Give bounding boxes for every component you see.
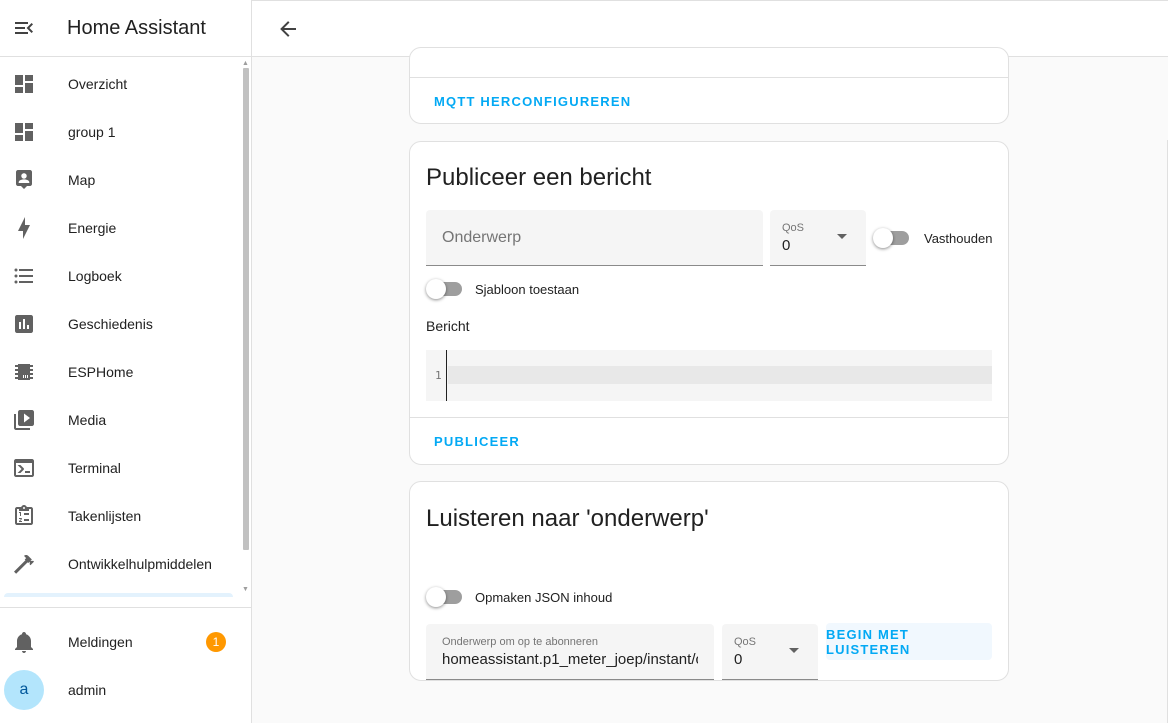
topic-input[interactable]: Onderwerp: [426, 210, 763, 266]
switch-knob: [426, 587, 446, 607]
listen-qos-select[interactable]: QoS 0: [722, 624, 818, 680]
sidebar-scrollbar[interactable]: ▲ ▼: [241, 60, 251, 598]
card-actions: MQTT HERCONFIGUREREN: [410, 77, 1008, 124]
dashboard-icon: [12, 120, 36, 144]
sidebar-item-label: Meldingen: [68, 634, 133, 650]
list-icon: [12, 264, 36, 288]
qos-value: 0: [734, 651, 743, 668]
sidebar-item-label: Media: [68, 412, 107, 428]
sidebar-item-label: Takenlijsten: [68, 508, 142, 524]
bell-icon: [12, 630, 36, 654]
payload-label: Bericht: [426, 318, 470, 334]
reconfigure-mqtt-button[interactable]: MQTT HERCONFIGUREREN: [434, 94, 631, 109]
sidebar-item-label: Terminal: [68, 460, 121, 476]
sidebar-item-esphome[interactable]: ESPHome: [0, 348, 240, 396]
qos-select[interactable]: QoS 0: [770, 210, 866, 266]
sidebar-item-label: Geschiedenis: [68, 316, 153, 332]
sidebar-item-energie[interactable]: Energie: [0, 204, 240, 252]
qos-label: QoS: [734, 636, 757, 648]
scrollbar-thumb[interactable]: [243, 68, 249, 550]
sidebar-item-geschiedenis[interactable]: Geschiedenis: [0, 300, 240, 348]
listen-card: Luisteren naar 'onderwerp' Opmaken JSON …: [409, 481, 1009, 681]
mqtt-config-card: MQTT HERCONFIGUREREN: [409, 47, 1009, 124]
avatar: a: [4, 670, 44, 710]
sidebar-item-label: Logboek: [68, 268, 122, 284]
template-label: Sjabloon toestaan: [475, 282, 580, 297]
start-listening-button[interactable]: BEGIN MET LUISTEREN: [826, 623, 992, 660]
sidebar-item-label: Map: [68, 172, 96, 188]
retain-switch[interactable]: [873, 228, 909, 248]
hammer-icon: [12, 552, 36, 576]
sidebar-bottom: Meldingen 1 a admin: [0, 618, 251, 714]
sidebar-item-terminal[interactable]: Terminal: [0, 444, 240, 492]
start-listening-label: BEGIN MET LUISTEREN: [826, 626, 911, 657]
sidebar-item-label: Overzicht: [68, 76, 128, 92]
subscribe-topic-input[interactable]: Onderwerp om op te abonneren homeassista…: [426, 624, 714, 680]
switch-knob: [873, 228, 893, 248]
sidebar-item-logboek[interactable]: Logboek: [0, 252, 240, 300]
qos-value: 0: [782, 237, 791, 254]
chevron-down-icon: [789, 648, 799, 653]
sidebar-nav: Overzicht group 1 Map Energie Logboek Ge…: [0, 60, 240, 594]
menu-collapse-button[interactable]: [0, 4, 48, 52]
format-json-switch[interactable]: [426, 587, 462, 607]
menu-open-icon: [15, 22, 33, 34]
retain-label: Vasthouden: [924, 231, 993, 246]
sidebar-item-label: Energie: [68, 220, 117, 236]
dashboard-icon: [12, 72, 36, 96]
topic-placeholder: Onderwerp: [442, 229, 522, 246]
notification-badge: 1: [206, 632, 226, 652]
chart-icon: [12, 312, 36, 336]
scroll-down-icon[interactable]: ▼: [242, 586, 249, 593]
sidebar-item-admin[interactable]: a admin: [0, 666, 251, 714]
sidebar-item-group-1[interactable]: group 1: [0, 108, 240, 156]
sidebar-item-label: admin: [68, 682, 107, 698]
play-box-icon: [12, 408, 36, 432]
sidebar-item-ontwikkelhulpmiddelen[interactable]: Ontwikkelhulpmiddelen: [0, 540, 240, 588]
clipboard-list-icon: [12, 504, 36, 528]
back-button[interactable]: [276, 17, 300, 41]
app-title: Home Assistant: [67, 16, 206, 39]
publish-card-title: Publiceer een bericht: [426, 164, 652, 191]
selected-item-highlight: [4, 593, 233, 597]
arrow-left-icon: [280, 21, 296, 37]
sidebar-header: Home Assistant: [0, 0, 251, 57]
chip-icon: [12, 360, 36, 384]
line-number: 1: [435, 369, 442, 382]
console-icon: [12, 456, 36, 480]
sidebar-item-label: Ontwikkelhulpmiddelen: [68, 556, 212, 572]
subscribe-topic-label: Onderwerp om op te abonneren: [442, 636, 598, 648]
format-json-label: Opmaken JSON inhoud: [475, 590, 613, 605]
payload-editor[interactable]: 1: [426, 350, 992, 401]
subscribe-topic-value: homeassistant.p1_meter_joep/instant/c: [442, 651, 698, 668]
sidebar-item-takenlijsten[interactable]: Takenlijsten: [0, 492, 240, 540]
main-content: MQTT HERCONFIGUREREN Publiceer een beric…: [252, 47, 1168, 723]
lightning-icon: [12, 216, 36, 240]
card-actions: PUBLICEER: [410, 417, 1008, 464]
sidebar-item-overzicht[interactable]: Overzicht: [0, 60, 240, 108]
sidebar-item-label: ESPHome: [68, 364, 134, 380]
scroll-up-icon[interactable]: ▲: [242, 60, 249, 67]
active-line[interactable]: [448, 366, 992, 384]
sidebar-item-media[interactable]: Media: [0, 396, 240, 444]
sidebar-item-label: group 1: [68, 124, 116, 140]
map-icon: [12, 168, 36, 192]
sidebar-item-map[interactable]: Map: [0, 156, 240, 204]
sidebar-item-meldingen[interactable]: Meldingen 1: [0, 618, 251, 666]
sidebar: Home Assistant Overzicht group 1 Map Ene…: [0, 0, 252, 723]
qos-label: QoS: [782, 222, 805, 234]
chevron-down-icon: [837, 234, 847, 239]
switch-knob: [426, 279, 446, 299]
listen-card-title: Luisteren naar 'onderwerp': [426, 505, 709, 532]
sidebar-divider: [0, 607, 251, 608]
template-switch[interactable]: [426, 279, 462, 299]
publish-card: Publiceer een bericht Onderwerp QoS 0 Va…: [409, 141, 1009, 465]
publish-button[interactable]: PUBLICEER: [434, 434, 520, 449]
